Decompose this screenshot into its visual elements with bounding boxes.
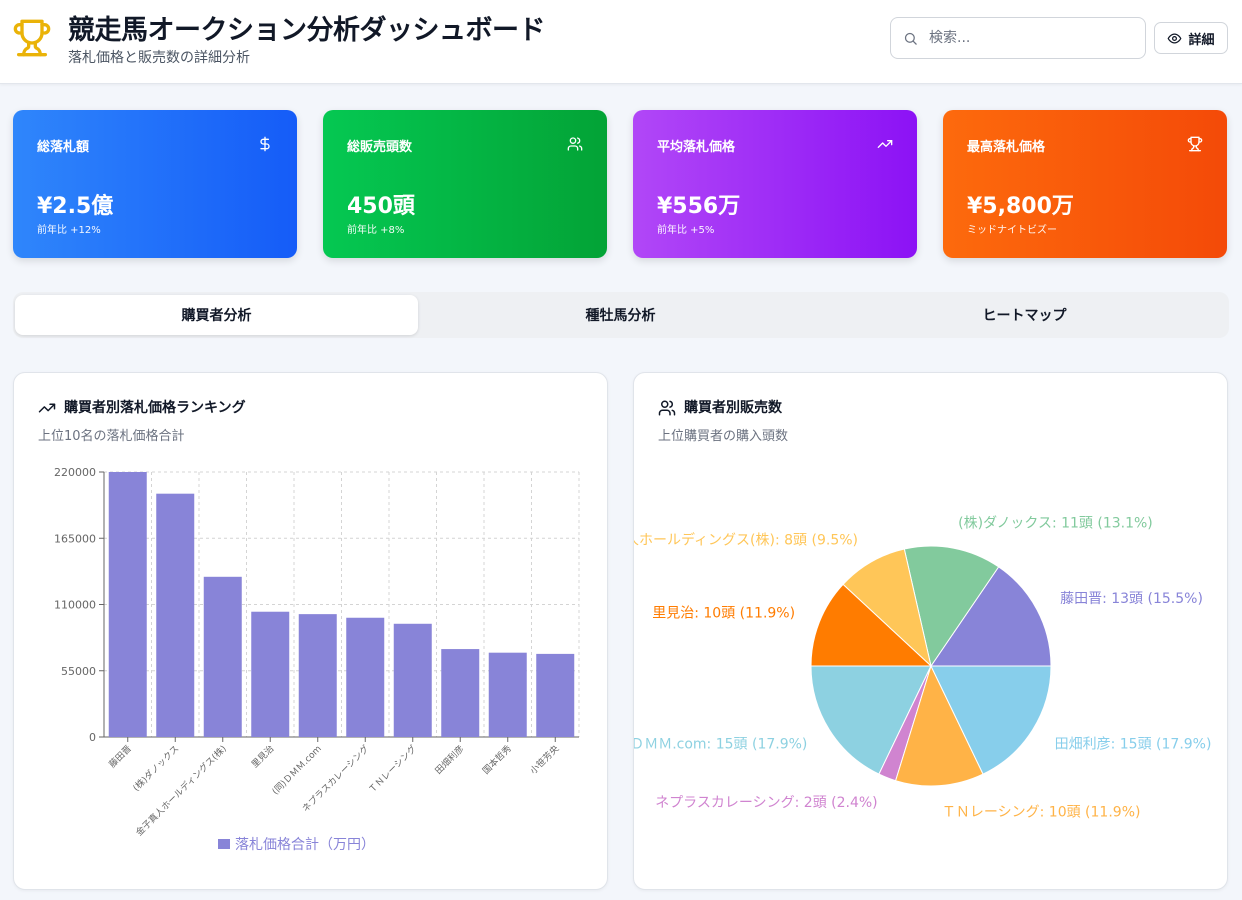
search-input[interactable]: [929, 26, 1134, 50]
bar[interactable]: [251, 611, 290, 737]
stat-note: ミッドナイトビズー: [967, 225, 1057, 236]
stat-value: 450頭: [347, 194, 415, 219]
stat-note: 前年比 +12%: [37, 225, 101, 236]
x-tick-label: 国本哲秀: [480, 743, 514, 777]
bar[interactable]: [156, 493, 195, 737]
bar[interactable]: [346, 617, 385, 737]
tab-stallion-analysis[interactable]: 種牡馬分析: [419, 295, 822, 335]
pie-label: 里見治: 10頭 (11.9%): [652, 606, 795, 622]
pie-label: ネプラスカレーシング: 2頭 (2.4%): [655, 795, 877, 811]
buyer-count-panel: 購買者別販売数 上位購買者の購入頭数 藤田晋: 13頭 (15.5%) (株)ダノ…: [633, 372, 1228, 890]
stat-note: 前年比 +5%: [657, 225, 715, 236]
buyer-price-ranking-panel: 購買者別落札価格ランキング 上位10名の落札価格合計 0 55000 110000 1…: [13, 372, 608, 890]
bar[interactable]: [488, 652, 527, 737]
stat-card-total-amount: 総落札額 ¥2.5億 前年比 +12%: [13, 110, 297, 258]
eye-icon: [1168, 32, 1182, 44]
y-tick-label: 110000: [54, 599, 96, 612]
x-tick-label: 金子真人ホールディングス(株): [133, 743, 229, 839]
stat-value: ¥2.5億: [37, 194, 114, 219]
users-icon: [567, 137, 583, 151]
stat-card-average-price: 平均落札価格 ¥556万 前年比 +5%: [633, 110, 917, 258]
bar[interactable]: [203, 576, 242, 737]
trending-up-icon: [877, 140, 893, 148]
trophy-icon: [1187, 136, 1203, 152]
stat-value: ¥5,800万: [967, 194, 1074, 219]
x-tick-label: 里見治: [249, 743, 277, 771]
y-tick-label: 220000: [54, 466, 96, 479]
stat-label: 総落札額: [37, 140, 90, 155]
tab-buyer-analysis[interactable]: 購買者分析: [15, 295, 418, 335]
detail-button[interactable]: 詳細: [1154, 22, 1228, 54]
pie-label: 藤田晋: 13頭 (15.5%): [1060, 591, 1203, 607]
stat-value: ¥556万: [657, 194, 741, 219]
legend-label: 落札価格合計（万円）: [235, 837, 375, 853]
y-tick-label: 55000: [61, 665, 96, 678]
x-tick-label: (株)ダノックス: [130, 743, 181, 794]
x-tick-label: 小笹芳央: [527, 743, 561, 777]
stat-card-total-count: 総販売頭数 450頭 前年比 +8%: [323, 110, 607, 258]
bar[interactable]: [441, 649, 480, 737]
page-title: 競走馬オークション分析ダッシュボード: [68, 15, 546, 46]
trophy-icon: [13, 19, 51, 57]
search-icon: [904, 32, 917, 45]
bar[interactable]: [536, 653, 575, 737]
search-box[interactable]: [890, 17, 1146, 59]
legend-swatch: [218, 839, 230, 849]
pie-label: (株)ダノックス: 11頭 (13.1%): [958, 516, 1153, 532]
app-header: 競走馬オークション分析ダッシュボード 落札価格と販売数の詳細分析 詳細: [0, 0, 1242, 84]
page-subtitle: 落札価格と販売数の詳細分析: [68, 50, 250, 66]
pie-label: 金子真人ホールディングス(株): 8頭 (9.5%): [634, 532, 858, 549]
bar[interactable]: [393, 623, 432, 737]
detail-button-label: 詳細: [1188, 32, 1215, 48]
pie-label: (同)ＤＭＭ.com: 15頭 (17.9%): [634, 737, 807, 753]
analysis-tabs: 購買者分析 種牡馬分析 ヒートマップ: [13, 292, 1229, 338]
x-tick-label: 田畑利彦: [432, 743, 466, 777]
stat-label: 平均落札価格: [657, 140, 736, 155]
y-tick-label: 0: [89, 731, 96, 744]
bar-chart: 0 55000 110000 165000 220000 藤田晋(株)ダノックス金子真人ホ…: [54, 466, 580, 853]
stat-label: 最高落札価格: [967, 140, 1046, 155]
stat-note: 前年比 +8%: [347, 225, 405, 236]
x-tick-label: (同)ＤＭＭ.com: [270, 743, 324, 797]
bar[interactable]: [108, 472, 147, 737]
dollar-icon: [260, 136, 270, 152]
stat-card-max-price: 最高落札価格 ¥5,800万 ミッドナイトビズー: [943, 110, 1227, 258]
pie-chart: 藤田晋: 13頭 (15.5%) (株)ダノックス: 11頭 (13.1%) 金子真…: [634, 516, 1212, 821]
bar[interactable]: [298, 614, 337, 737]
tab-heatmap[interactable]: ヒートマップ: [823, 295, 1226, 335]
y-tick-label: 165000: [54, 532, 96, 545]
x-tick-label: ＴＮレーシング: [366, 743, 419, 796]
pie-label: 田畑利彦: 15頭 (17.9%): [1055, 737, 1212, 753]
x-tick-label: 藤田晋: [106, 743, 134, 771]
pie-label: ＴＮレーシング: 10頭 (11.9%): [942, 805, 1141, 821]
stat-label: 総販売頭数: [347, 140, 413, 155]
